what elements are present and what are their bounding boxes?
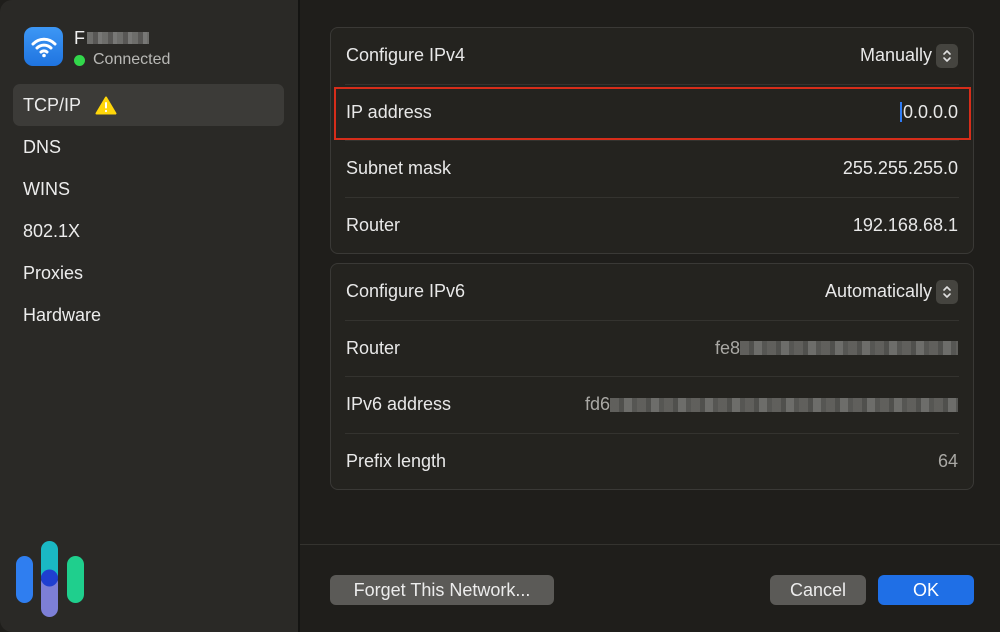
status-dot-icon xyxy=(74,54,85,66)
main-panel: Configure IPv4 Manually IP address 0.0.0… xyxy=(300,0,1000,632)
ip-address-row: IP address 0.0.0.0 xyxy=(334,85,971,141)
wifi-icon xyxy=(24,27,63,66)
chevron-up-down-icon xyxy=(936,43,958,68)
connection-status: Connected xyxy=(74,51,170,69)
sidebar-item-8021x[interactable]: 802.1X xyxy=(13,210,284,252)
ipv6-router-row: Router fe8 xyxy=(345,321,959,377)
sidebar-item-tcpip[interactable]: TCP/IP xyxy=(13,84,284,126)
configure-ipv4-select[interactable]: Manually xyxy=(860,43,958,68)
cancel-button[interactable]: Cancel xyxy=(770,575,866,605)
prefix-length-value: 64 xyxy=(937,450,958,471)
router-row: Router 192.168.68.1 xyxy=(346,214,958,236)
router-input[interactable]: 192.168.68.1 xyxy=(853,215,958,236)
configure-ipv6-row: Configure IPv6 Automatically xyxy=(345,264,959,321)
ipv6-address-row: IPv6 address fd6 xyxy=(345,377,959,434)
configure-ipv6-select[interactable]: Automatically xyxy=(825,279,958,304)
sidebar-item-hardware[interactable]: Hardware xyxy=(13,294,284,336)
redacted-text xyxy=(610,397,958,412)
ip-address-input[interactable]: 0.0.0.0 xyxy=(899,102,958,123)
prefix-length-row: Prefix length 64 xyxy=(346,450,958,471)
sidebar-item-proxies[interactable]: Proxies xyxy=(13,252,284,294)
network-header: F Connected xyxy=(24,27,170,69)
text-caret xyxy=(899,102,902,123)
sidebar-nav: TCP/IP DNS WINS 802.1X Proxies Hardware xyxy=(13,84,284,336)
configure-ipv4-row: Configure IPv4 Manually xyxy=(345,28,959,85)
subnet-mask-row: Subnet mask 255.255.255.0 xyxy=(345,141,959,198)
forget-network-button[interactable]: Forget This Network... xyxy=(330,575,554,605)
watermark-logo-icon xyxy=(16,541,84,617)
network-name: F xyxy=(74,27,170,49)
ipv4-group: Configure IPv4 Manually IP address 0.0.0… xyxy=(330,27,974,254)
sidebar: F Connected TCP/IP DNS WINS 802.1X Proxi… xyxy=(0,0,300,632)
redacted-text xyxy=(87,32,149,44)
ipv6-router-value: fe8 xyxy=(715,338,958,359)
redacted-text xyxy=(740,341,958,356)
footer-divider xyxy=(300,544,1000,545)
subnet-mask-input[interactable]: 255.255.255.0 xyxy=(843,158,958,179)
ipv6-address-value: fd6 xyxy=(585,394,958,415)
sidebar-item-wins[interactable]: WINS xyxy=(13,168,284,210)
chevron-up-down-icon xyxy=(936,279,958,304)
sidebar-item-dns[interactable]: DNS xyxy=(13,126,284,168)
warning-icon xyxy=(95,96,117,115)
ipv6-group: Configure IPv6 Automatically Router fe8 … xyxy=(330,263,974,490)
ok-button[interactable]: OK xyxy=(878,575,974,605)
